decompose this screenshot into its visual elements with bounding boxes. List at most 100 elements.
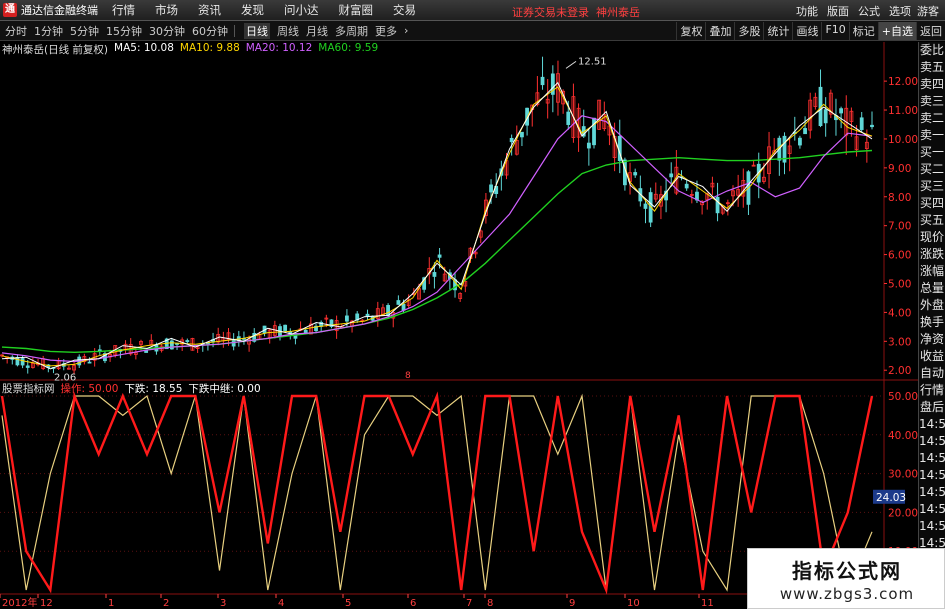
- time-tick-label: 3: [220, 598, 226, 609]
- draw-line-button[interactable]: 画线: [792, 22, 821, 40]
- sidebar-item[interactable]: 现价: [919, 229, 945, 246]
- sidebar-item[interactable]: 涨跌: [919, 246, 945, 263]
- period-30min[interactable]: 30分钟: [149, 23, 185, 39]
- candle-body: [509, 137, 514, 143]
- login-status: 证券交易未登录: [512, 6, 589, 19]
- period-weekly[interactable]: 周线: [277, 23, 299, 39]
- candle-body: [20, 358, 25, 366]
- price-tick-label: 2.00: [888, 365, 911, 377]
- candle-body: [798, 137, 802, 146]
- status-text: 证券交易未登录 神州泰岳: [512, 4, 640, 20]
- period-more[interactable]: 更多: [375, 23, 397, 39]
- tool-options[interactable]: 选项: [889, 3, 911, 19]
- tool-formula[interactable]: 公式: [858, 3, 880, 19]
- sidebar-item[interactable]: 卖二: [919, 110, 945, 127]
- sidebar-item[interactable]: 涨幅: [919, 263, 945, 280]
- menu-item-trade[interactable]: 交易: [393, 2, 416, 18]
- menu-item-news[interactable]: 资讯: [198, 2, 221, 18]
- sidebar-item[interactable]: 买五: [919, 212, 945, 229]
- adjust-button[interactable]: 复权: [676, 22, 705, 40]
- menu-item-ask[interactable]: 问小达: [284, 2, 319, 18]
- sidebar-item[interactable]: 外盘: [919, 297, 945, 314]
- sidebar-item[interactable]: 收益: [919, 348, 945, 365]
- sidebar-item[interactable]: 自动: [919, 365, 945, 382]
- sidebar-item[interactable]: 净资: [919, 331, 945, 348]
- candle-body: [365, 313, 370, 317]
- divider: [234, 24, 235, 37]
- f10-button[interactable]: F10: [821, 22, 848, 40]
- sidebar-item[interactable]: 换手: [919, 314, 945, 331]
- candle-body: [870, 124, 874, 128]
- period-daily[interactable]: 日线: [244, 22, 270, 39]
- indicator-info-bar: 股票指标网 操作: 50.00 下跌: 18.55 下跌中继: 0.00: [2, 381, 261, 395]
- sidebar-item[interactable]: 卖四: [919, 76, 945, 93]
- price-tick-label: 10.00: [888, 134, 918, 146]
- indicator-down: 下跌: 18.55: [124, 383, 183, 395]
- sidebar-item[interactable]: 买三: [919, 178, 945, 195]
- guest-label[interactable]: 游客: [917, 3, 939, 19]
- divider-marker: 8: [405, 371, 411, 381]
- current-value-label: 24.03: [876, 492, 906, 504]
- period-60min[interactable]: 60分钟: [192, 23, 228, 39]
- time-tick-label: 11: [701, 598, 714, 609]
- sidebar-item[interactable]: 卖三: [919, 93, 945, 110]
- tool-function[interactable]: 功能: [796, 3, 818, 19]
- menu-item-discover[interactable]: 发现: [241, 2, 264, 18]
- function-buttons: 复权 叠加 多股 统计 画线 F10 标记 +自选 返回: [676, 22, 945, 40]
- sidebar-item[interactable]: 买一: [919, 144, 945, 161]
- overlay-button[interactable]: 叠加: [705, 22, 734, 40]
- sidebar-item[interactable]: 卖一: [919, 127, 945, 144]
- candle-body: [386, 305, 390, 316]
- sidebar-item[interactable]: 14:56: [919, 433, 945, 450]
- sidebar-item[interactable]: 盘后: [919, 399, 945, 416]
- candle-body: [185, 340, 190, 343]
- high-price-pointer: [565, 60, 577, 69]
- price-tick-label: 4.00: [888, 307, 911, 319]
- sidebar-item[interactable]: 14:56: [919, 467, 945, 484]
- statistics-button[interactable]: 统计: [763, 22, 792, 40]
- period-monthly[interactable]: 月线: [306, 23, 328, 39]
- time-tick-label: 4: [278, 598, 284, 609]
- sidebar-item[interactable]: 14:56: [919, 450, 945, 467]
- price-tick-label: 3.00: [888, 336, 911, 348]
- period-1min[interactable]: 1分钟: [34, 23, 63, 39]
- right-tools: 功能 版面 公式 选项: [787, 3, 911, 19]
- sidebar-item[interactable]: 14:56: [919, 501, 945, 518]
- add-watchlist-button[interactable]: +自选: [877, 22, 916, 40]
- sidebar-item[interactable]: 卖五: [919, 59, 945, 76]
- price-tick-label: 7.00: [888, 221, 911, 233]
- menu-item-market[interactable]: 市场: [155, 2, 178, 18]
- period-15min[interactable]: 15分钟: [106, 23, 142, 39]
- menu-item-quotes[interactable]: 行情: [112, 2, 135, 18]
- sidebar-item[interactable]: 14:56: [919, 484, 945, 501]
- back-button[interactable]: 返回: [916, 22, 945, 40]
- candle-body: [437, 254, 442, 258]
- period-5min[interactable]: 5分钟: [70, 23, 99, 39]
- sidebar-item[interactable]: 买四: [919, 195, 945, 212]
- indicator-name[interactable]: 股票指标网: [2, 381, 55, 395]
- watermark-url: www.zbgs3.com: [779, 585, 915, 603]
- ma20-value: MA20: 10.12: [245, 42, 313, 54]
- multi-stock-button[interactable]: 多股: [734, 22, 763, 40]
- sidebar-item[interactable]: 14:56: [919, 416, 945, 433]
- chevron-right-icon[interactable]: ›: [404, 24, 408, 37]
- candle-body: [566, 111, 571, 125]
- time-tick-label: 1: [108, 598, 114, 609]
- quote-sidebar: 委比 卖五 卖四 卖三 卖二 卖一 买一 买二 买三 买四 买五 现价 涨跌 涨幅 总量 外盘 换手 净资 收益 自动…: [918, 42, 945, 609]
- sidebar-item[interactable]: 委比: [919, 42, 945, 59]
- ma10-line: [1, 86, 873, 367]
- chart-area[interactable]: 12.0011.0010.009.008.007.006.005.004.003…: [0, 42, 918, 609]
- mark-button[interactable]: 标记: [848, 22, 878, 40]
- candle-body: [432, 272, 437, 277]
- sidebar-item[interactable]: 行情: [919, 382, 945, 399]
- period-intraday[interactable]: 分时: [5, 23, 27, 39]
- sidebar-item[interactable]: 买二: [919, 161, 945, 178]
- menu-item-wealth[interactable]: 财富圈: [339, 2, 374, 18]
- header-stock-name: 神州泰岳: [596, 6, 640, 19]
- sidebar-item[interactable]: 14:56: [919, 518, 945, 535]
- sidebar-item[interactable]: 总量: [919, 280, 945, 297]
- tool-layout[interactable]: 版面: [827, 3, 849, 19]
- price-tick-label: 11.00: [888, 105, 918, 117]
- period-multi[interactable]: 多周期: [335, 23, 368, 39]
- indicator-yellow-line: [1, 393, 873, 593]
